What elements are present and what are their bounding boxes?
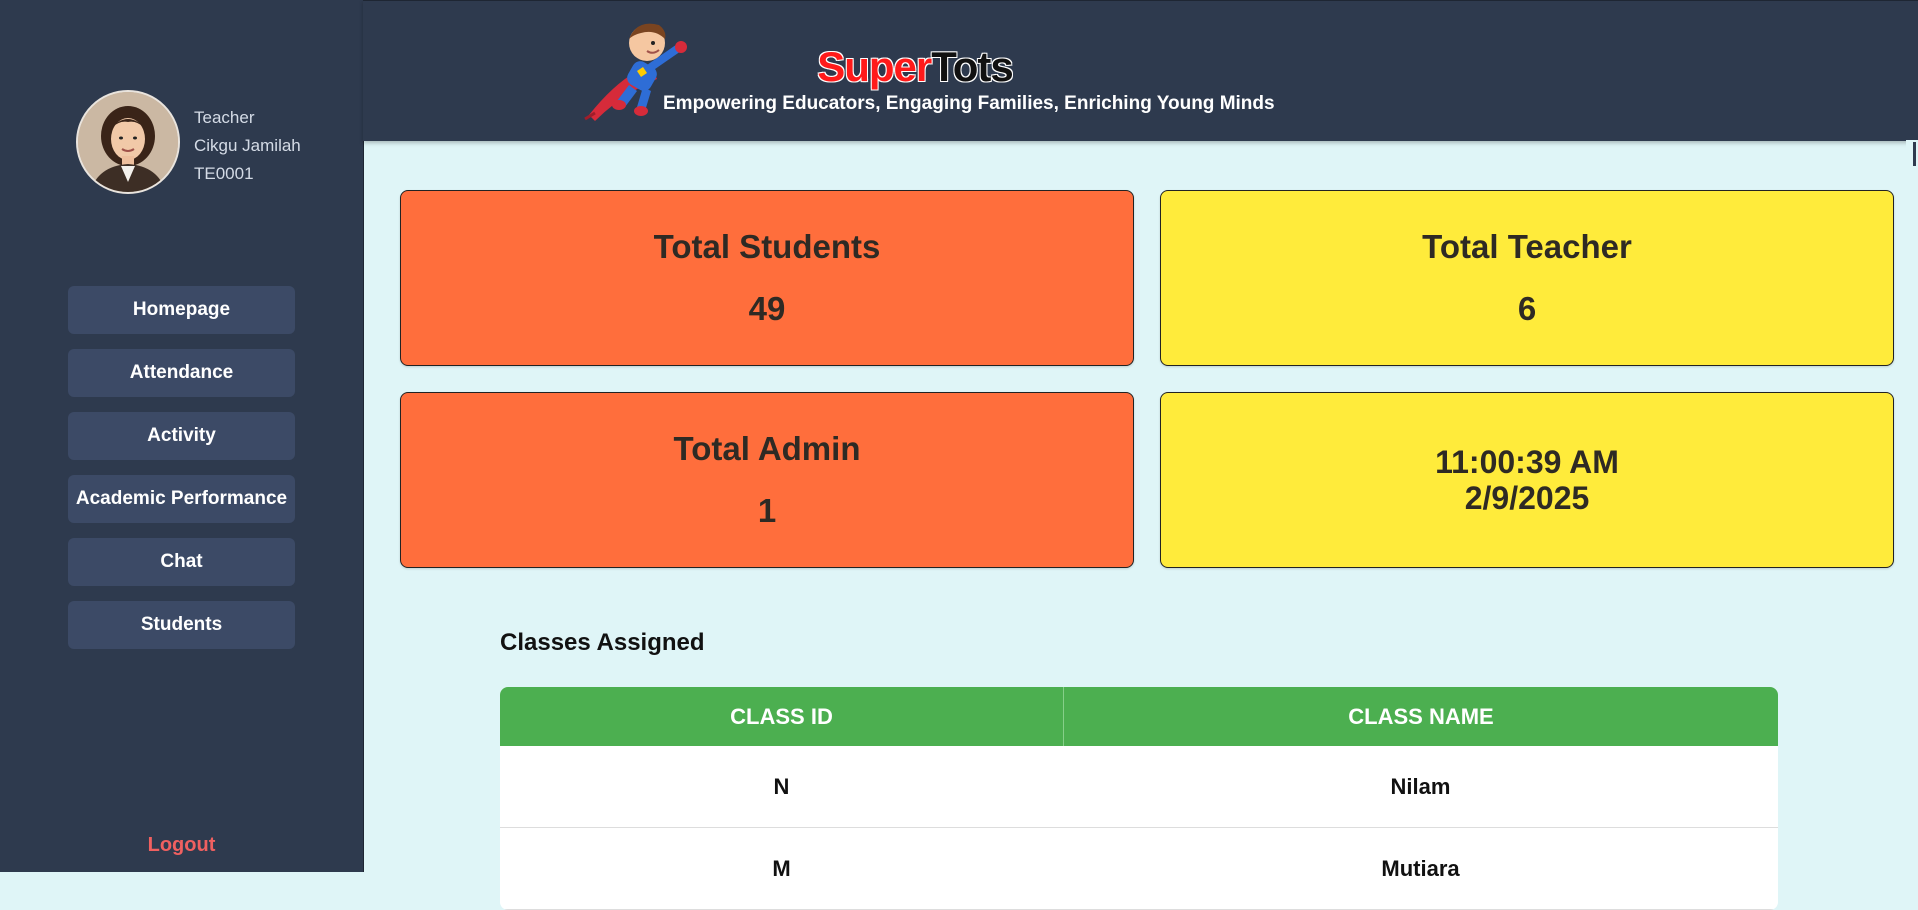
brand-name-super: Super bbox=[817, 43, 932, 90]
brand-name-tots: Tots bbox=[931, 43, 1014, 90]
brand-logo: SuperTots bbox=[743, 45, 1087, 89]
classes-assigned-heading: Classes Assigned bbox=[500, 629, 705, 656]
column-header-class-id: CLASS ID bbox=[500, 687, 1064, 746]
nav-activity-button[interactable]: Activity bbox=[68, 412, 295, 460]
total-teacher-card: Total Teacher 6 bbox=[1160, 190, 1894, 366]
classes-table: CLASS ID CLASS NAME N Nilam M Mutiara bbox=[500, 687, 1778, 910]
avatar-image bbox=[78, 92, 178, 192]
table-row: N Nilam bbox=[500, 746, 1778, 828]
avatar bbox=[76, 90, 180, 194]
nav-homepage-button[interactable]: Homepage bbox=[68, 286, 295, 334]
total-students-title: Total Students bbox=[653, 228, 881, 265]
total-teacher-title: Total Teacher bbox=[1422, 228, 1632, 265]
total-students-card: Total Students 49 bbox=[400, 190, 1134, 366]
nav-academic-performance-button[interactable]: Academic Performance bbox=[68, 475, 295, 523]
clock-card: 11:00:39 AM 2/9/2025 bbox=[1160, 392, 1894, 568]
tagline: Empowering Educators, Engaging Families,… bbox=[663, 93, 1275, 114]
class-name-cell: Mutiara bbox=[1381, 855, 1460, 881]
profile-id: TE0001 bbox=[194, 164, 254, 183]
user-profile: Teacher Cikgu Jamilah TE0001 bbox=[76, 90, 301, 194]
nav-students-button[interactable]: Students bbox=[68, 601, 295, 649]
class-id-cell: N bbox=[773, 773, 790, 799]
total-admin-card: Total Admin 1 bbox=[400, 392, 1134, 568]
table-row: M Mutiara bbox=[500, 828, 1778, 910]
clock-date: 2/9/2025 bbox=[1464, 480, 1590, 516]
scrollbar-thumb[interactable] bbox=[1913, 142, 1916, 166]
nav-attendance-button[interactable]: Attendance bbox=[68, 349, 295, 397]
profile-details: Teacher Cikgu Jamilah TE0001 bbox=[194, 104, 301, 188]
table-header: CLASS ID CLASS NAME bbox=[500, 687, 1778, 746]
profile-role: Teacher bbox=[194, 108, 255, 127]
total-admin-value: 1 bbox=[757, 492, 777, 529]
total-admin-title: Total Admin bbox=[673, 430, 861, 467]
column-header-class-name: CLASS NAME bbox=[1348, 703, 1494, 729]
sidebar: Teacher Cikgu Jamilah TE0001 Homepage At… bbox=[0, 0, 364, 872]
total-teacher-value: 6 bbox=[1517, 290, 1537, 327]
top-header: SuperTots Empowering Educators, Engaging… bbox=[363, 0, 1918, 141]
class-name-cell: Nilam bbox=[1390, 773, 1451, 799]
logout-link[interactable]: Logout bbox=[0, 834, 363, 857]
total-students-value: 49 bbox=[748, 290, 786, 327]
clock-time: 11:00:39 AM bbox=[1435, 444, 1619, 480]
nav-chat-button[interactable]: Chat bbox=[68, 538, 295, 586]
class-id-cell: M bbox=[772, 855, 791, 881]
scrollbar[interactable] bbox=[1906, 140, 1918, 872]
sidebar-nav: Homepage Attendance Activity Academic Pe… bbox=[68, 286, 295, 664]
profile-name: Cikgu Jamilah bbox=[194, 136, 301, 155]
